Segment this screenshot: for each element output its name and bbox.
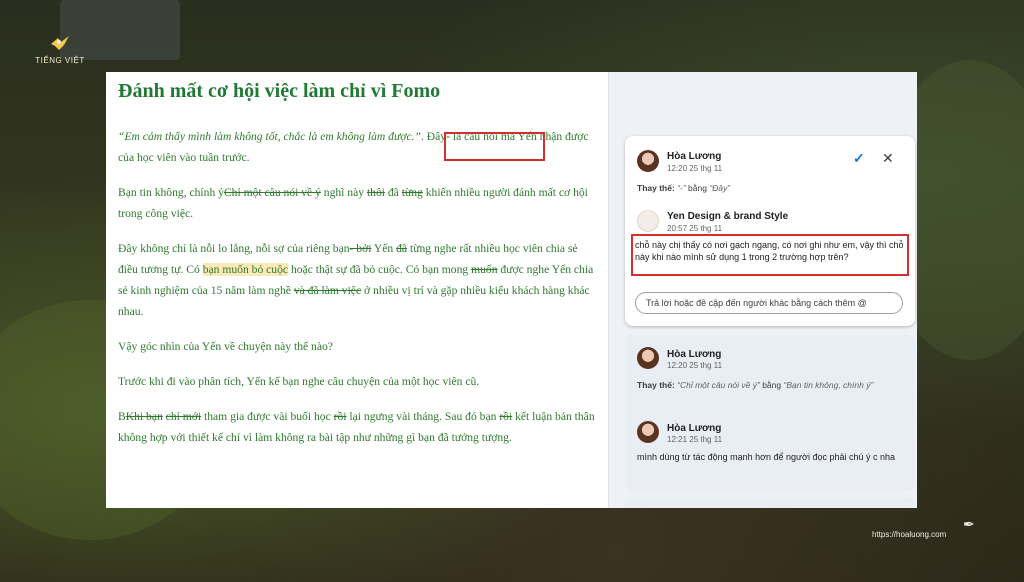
deleted-text: muốn	[471, 263, 498, 276]
replace-summary: Thay thế: “-” bằng “Đây”	[637, 183, 731, 193]
comment-time: 12:20 25 thg 11	[667, 361, 723, 370]
replace-summary: Thay thế: “Chỉ một câu nói về ý” bằng “B…	[637, 380, 874, 390]
avatar	[637, 421, 659, 443]
deleted-text: thôi	[366, 186, 385, 199]
reply-time: 12:21 25 thg 11	[667, 435, 723, 444]
paragraph-2[interactable]: Bạn tin không, chính ýChỉ một câu nói về…	[118, 182, 596, 224]
brand-avatar	[637, 210, 659, 232]
deleted-text: rồi	[499, 410, 513, 423]
highlight-frame	[444, 132, 545, 161]
suggestion-card[interactable]: Hòa Lương 12:20 25 thg 11 Thay thế: “Chỉ…	[625, 335, 915, 491]
deleted-text: Chỉ một câu nói về ý	[223, 186, 321, 199]
deleted-text: đã	[396, 242, 408, 255]
reply-time: 20:57 25 thg 11	[667, 224, 723, 233]
paragraph-3[interactable]: Đây không chỉ là nỗi lo lắng, nỗi sợ của…	[118, 238, 596, 322]
feather-icon: ✒	[963, 516, 975, 532]
bird-logo-icon	[51, 36, 69, 50]
document-title: Đánh mất cơ hội việc làm chỉ vì Fomo	[118, 80, 441, 102]
paragraph-5[interactable]: Trước khi đi vào phân tích, Yến kể bạn n…	[118, 371, 596, 392]
paragraph-6[interactable]: BKhi bạn chỉ mới tham gia được vài buổi …	[118, 406, 596, 448]
reject-close-icon[interactable]: ✕	[882, 150, 894, 167]
reply-author: Yen Design & brand Style	[667, 211, 789, 222]
reply-author: Hòa Lương	[667, 423, 722, 434]
paragraph-4[interactable]: Vậy góc nhìn của Yến về chuyện này thế n…	[118, 336, 596, 357]
highlight-frame	[631, 234, 909, 276]
comment-author: Hòa Lương	[667, 151, 722, 162]
deleted-text: chỉ mới	[165, 410, 202, 423]
suggestion-card[interactable]	[625, 497, 915, 508]
avatar	[637, 150, 659, 172]
highlighted-text: bạn muốn bỏ cuộc	[202, 263, 289, 276]
deleted-text: rồi	[333, 410, 347, 423]
accept-check-icon[interactable]: ✓	[853, 150, 865, 167]
brand-logo: TIẾNG VIỆT	[30, 34, 90, 65]
comment-time: 12:20 25 thg 11	[667, 164, 723, 173]
deleted-text: Khi bạn	[125, 410, 163, 423]
deleted-text: - bởi	[349, 242, 372, 255]
logo-text: TIẾNG VIỆT	[35, 56, 85, 65]
deleted-text: và đã làm việc	[293, 284, 362, 297]
site-url: https://hoaluong.com	[872, 530, 947, 539]
comment-author: Hòa Lương	[667, 349, 722, 360]
comments-panel: Hòa Lương 12:20 25 thg 11 ✓ ✕ Thay thế: …	[608, 72, 917, 508]
deleted-text: từng	[401, 186, 423, 199]
reply-body: mình dùng từ tác động mạnh hơn để người …	[637, 452, 896, 462]
suggestion-card-active[interactable]: Hòa Lương 12:20 25 thg 11 ✓ ✕ Thay thế: …	[625, 136, 915, 326]
avatar	[637, 347, 659, 369]
reply-input[interactable]: Trả lời hoặc đề cập đến người khác bằng …	[635, 292, 903, 314]
